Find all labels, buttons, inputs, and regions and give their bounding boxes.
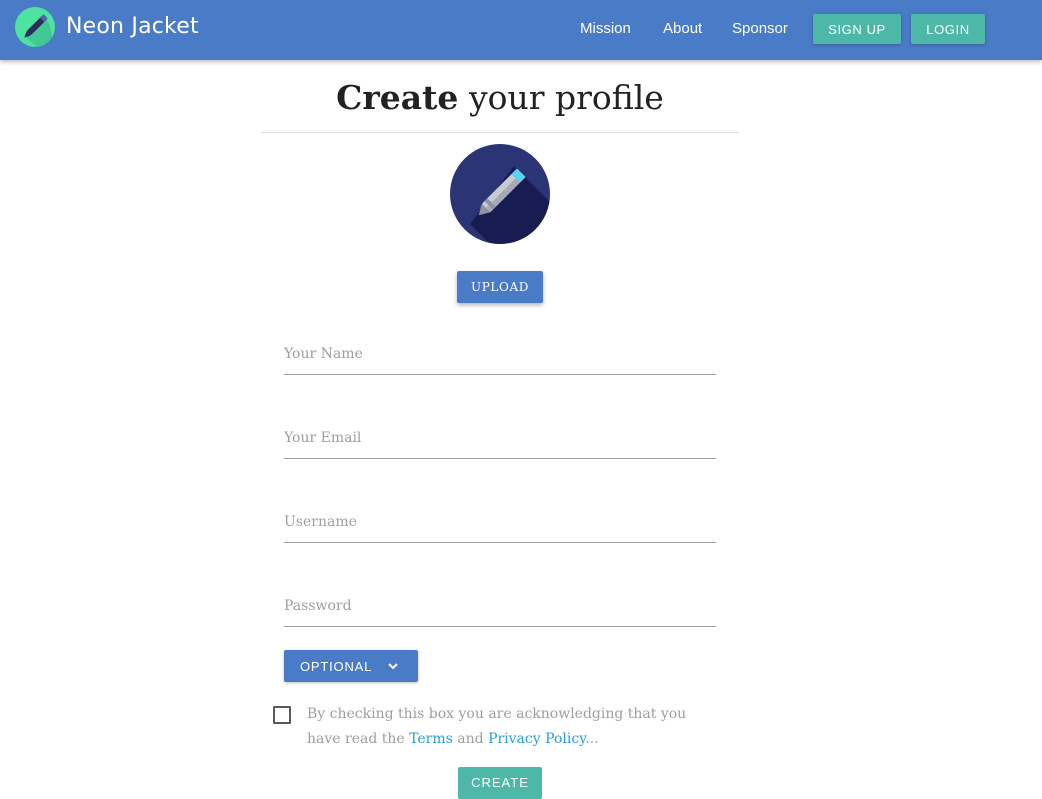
page-title-bold: Create bbox=[336, 78, 459, 117]
name-field[interactable] bbox=[284, 334, 716, 375]
login-button[interactable]: LOGIN bbox=[911, 14, 985, 44]
pen-icon[interactable] bbox=[15, 7, 55, 47]
terms-link[interactable]: Terms bbox=[409, 731, 453, 747]
pen-icon bbox=[470, 166, 550, 244]
optional-label: OPTIONAL bbox=[300, 659, 373, 674]
avatar bbox=[450, 144, 550, 244]
username-field[interactable] bbox=[284, 502, 716, 543]
brand-name[interactable]: Neon Jacket bbox=[66, 14, 199, 39]
page-title-rest: your profile bbox=[468, 78, 664, 117]
nav-about-link[interactable]: About bbox=[663, 20, 702, 37]
upload-button[interactable]: UPLOAD bbox=[457, 271, 543, 303]
password-field[interactable] bbox=[284, 586, 716, 627]
privacy-policy-link[interactable]: Privacy Policy bbox=[488, 731, 585, 747]
title-divider bbox=[261, 132, 739, 133]
nav-mission-link[interactable]: Mission bbox=[580, 20, 631, 37]
agree-suffix: ... bbox=[585, 731, 599, 747]
email-field[interactable] bbox=[284, 418, 716, 459]
optional-dropdown-button[interactable]: OPTIONAL bbox=[284, 650, 418, 682]
chevron-down-icon bbox=[388, 663, 398, 670]
nav-sponsor-link[interactable]: Sponsor bbox=[732, 20, 788, 37]
create-button[interactable]: CREATE bbox=[458, 767, 542, 799]
top-navbar: Neon Jacket Mission About Sponsor SIGN U… bbox=[0, 0, 1042, 60]
page-title: Create your profile bbox=[261, 78, 739, 117]
agree-and: and bbox=[457, 731, 484, 747]
sign-up-button[interactable]: SIGN UP bbox=[813, 14, 901, 44]
terms-checkbox[interactable] bbox=[273, 706, 291, 724]
terms-acknowledgement: By checking this box you are acknowledgi… bbox=[307, 702, 707, 752]
